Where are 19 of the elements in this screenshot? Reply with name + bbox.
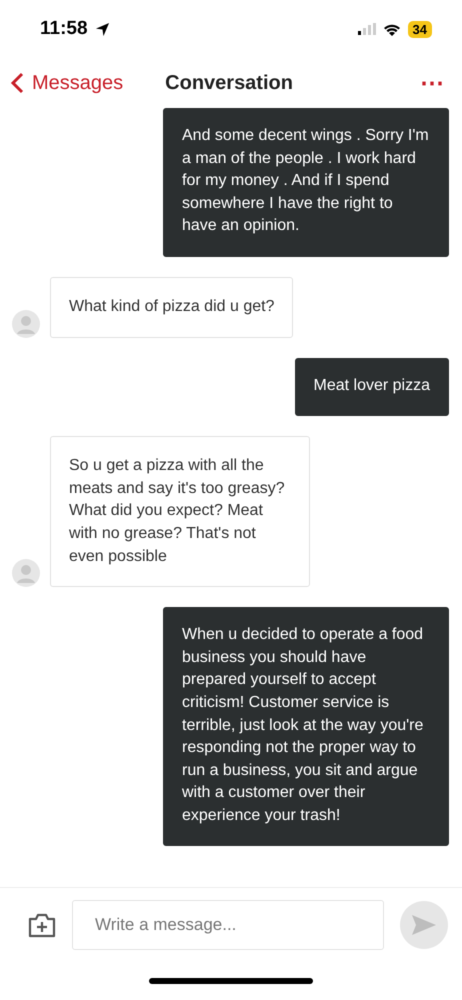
- avatar-icon: [12, 310, 40, 338]
- wifi-icon: [382, 22, 401, 36]
- more-button[interactable]: ⋯: [420, 68, 444, 98]
- back-link[interactable]: Messages: [10, 72, 124, 94]
- add-photo-icon[interactable]: [28, 912, 56, 938]
- sent-message: When u decided to operate a food business you should have prepared yourself to accept criticism! Customer service is terrible, just look at the way you're responding not the proper way to run a business, you sit and argue with a customer over their experience your trash!: [163, 607, 449, 846]
- status-time: 11:58: [40, 18, 88, 40]
- location-arrow-icon: [94, 22, 110, 36]
- send-icon: [411, 914, 437, 936]
- message-input[interactable]: Write a message...: [72, 900, 384, 950]
- received-message: So u get a pizza with all the meats and say it's too greasy? What did you expect? Meat with no grease? That's not even possible: [50, 436, 310, 588]
- screen-title: Conversation: [165, 72, 294, 94]
- avatar-icon: [12, 559, 40, 588]
- received-message: What kind of pizza did u get?: [50, 276, 294, 338]
- sent-message: And some decent wings . Sorry I'm a man of the people . I work hard for my money . And if I spend somewhere I have the right to have an opinion.: [163, 108, 449, 257]
- battery-level: 34: [408, 20, 432, 38]
- sent-message: Meat lover pizza: [294, 358, 449, 416]
- back-chevron-icon: [10, 72, 24, 94]
- signal-icon: [358, 23, 376, 35]
